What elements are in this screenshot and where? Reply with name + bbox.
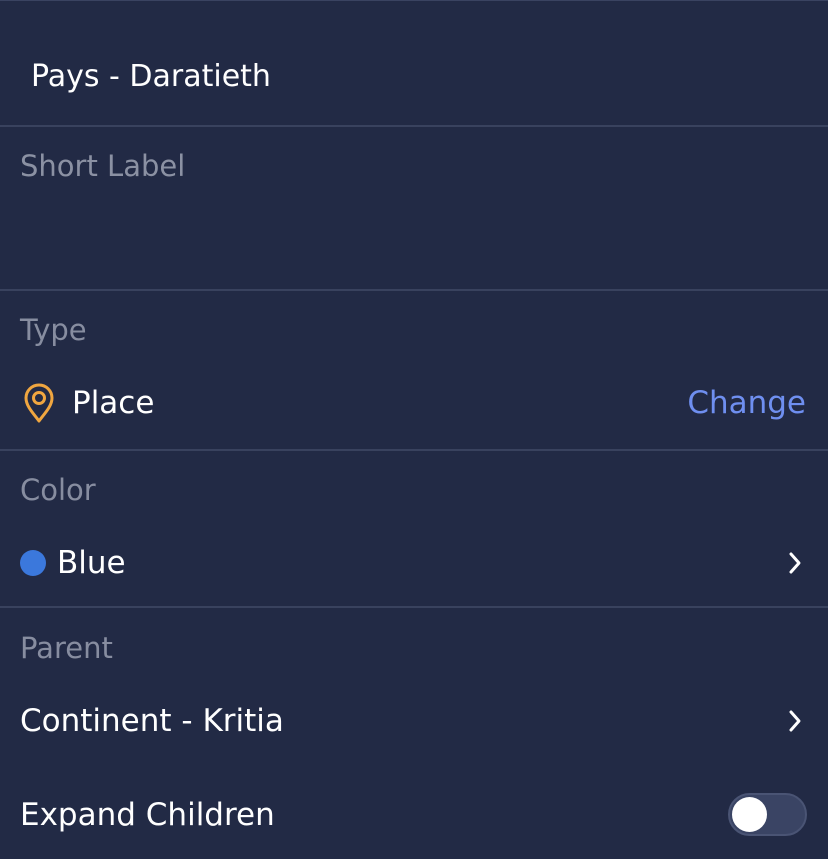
- color-row[interactable]: Blue: [0, 531, 828, 595]
- change-type-link[interactable]: Change: [687, 383, 806, 423]
- toggle-knob: [732, 797, 767, 832]
- divider: [0, 606, 828, 608]
- divider: [0, 289, 828, 291]
- parent-row[interactable]: Continent - Kritia: [0, 689, 828, 753]
- map-pin-icon: [24, 383, 54, 423]
- top-border: [0, 0, 828, 1]
- type-value: Place: [72, 385, 155, 421]
- color-value: Blue: [57, 545, 126, 581]
- expand-children-toggle[interactable]: [728, 793, 807, 836]
- chevron-right-icon: [789, 552, 801, 574]
- divider: [0, 125, 828, 127]
- short-label-input[interactable]: Short Label: [20, 148, 185, 184]
- color-swatch: [20, 550, 46, 576]
- parent-value: Continent - Kritia: [20, 703, 284, 739]
- type-section-label: Type: [20, 313, 87, 347]
- color-section-label: Color: [20, 473, 96, 507]
- chevron-right-icon: [789, 710, 801, 732]
- expand-children-label: Expand Children: [20, 797, 275, 833]
- page-title: Pays - Daratieth: [31, 59, 271, 94]
- divider: [0, 449, 828, 451]
- parent-section-label: Parent: [20, 631, 113, 665]
